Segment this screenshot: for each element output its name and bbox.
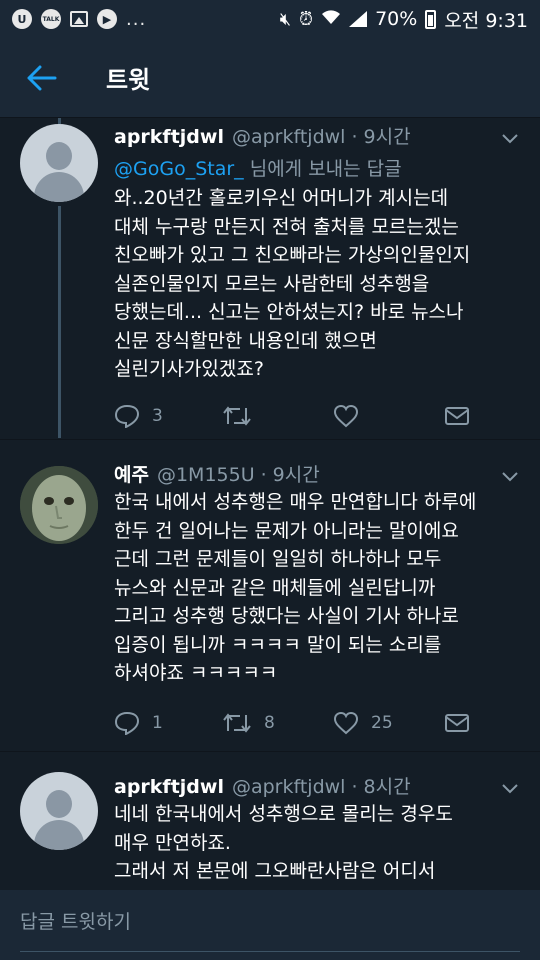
tweet-text-line: 한국 내에서 성추행은 매우 만연합니다 하루에 (114, 491, 477, 513)
reply-input[interactable]: 답글 트윗하기 (20, 890, 520, 952)
tweet-text-line: 하셔야죠 ㅋㅋㅋㅋㅋ (114, 662, 278, 684)
tweet-actions: 3 (114, 401, 514, 431)
avatar[interactable] (20, 772, 98, 850)
app-bar: 트윗 (0, 38, 540, 118)
tweet-text-line: 한두 건 일어나는 문제가 아니라는 말이에요 (114, 519, 459, 542)
reply-button[interactable]: 3 (114, 404, 163, 428)
chevron-down-icon (502, 472, 518, 482)
reply-count: 3 (152, 406, 163, 426)
user-handle[interactable]: @1M155U (157, 464, 255, 486)
like-button[interactable]: 25 (333, 711, 393, 735)
heart-icon (333, 711, 359, 735)
tweet-text: 네네 한국내에서 성추행으로 몰리는 경우도 매우 만연하죠. 그래서 저 본문… (114, 800, 524, 886)
user-name[interactable]: 예주 (114, 460, 149, 487)
tweet-text-line: 대체 누구랑 만든지 전혀 출처를 모르는겠는 (114, 215, 459, 238)
tweet-header: aprkftjdwl @aprkftjdwl · 9시간 (114, 122, 411, 149)
separator-dot: · (351, 126, 358, 148)
avatar-face-image (20, 466, 98, 544)
chevron-down-icon (502, 134, 518, 144)
retweet-count: 8 (264, 713, 275, 733)
tweet[interactable]: aprkftjdwl @aprkftjdwl · 8시간 네네 한국내에서 성추… (0, 752, 540, 890)
tweet-menu-button[interactable] (500, 466, 520, 486)
tweet-menu-button[interactable] (500, 128, 520, 148)
tweet-text-line: 실린기사가있겠죠? (114, 358, 264, 380)
alarm-icon: ⏰︎ (299, 8, 314, 30)
direct-message-button[interactable] (444, 712, 470, 734)
battery-percent: 70% (375, 8, 418, 30)
status-bar: U TALK ▶ ... 🔇︎ ⏰︎ 70% 오전 9:31 (0, 0, 540, 38)
wifi-icon (321, 8, 341, 31)
reply-icon (114, 711, 140, 735)
more-notifications-icon: ... (126, 8, 147, 30)
tweet-text-line: 신문 장식할만한 내용인데 했으면 (114, 329, 377, 352)
tweet-text-line: 친오빠가 있고 그 친오빠라는 가상의인물인지 (114, 244, 471, 266)
tweet-text-line: 네네 한국내에서 성추행으로 몰리는 경우도 (114, 803, 453, 825)
tweet-text: 와..20년간 홀로키우신 어머니가 계시는데 대체 누구랑 만든지 전혀 출처… (114, 184, 524, 384)
tweet-menu-button[interactable] (500, 778, 520, 798)
tweet[interactable]: 예주 @1M155U · 9시간 한국 내에서 성추행은 매우 만연합니다 하루… (0, 440, 540, 750)
status-notifications: U TALK ▶ ... (12, 9, 146, 30)
tweet-header: 예주 @1M155U · 9시간 (114, 460, 320, 487)
tweet-header: aprkftjdwl @aprkftjdwl · 8시간 (114, 772, 411, 799)
user-handle[interactable]: @aprkftjdwl (232, 776, 345, 798)
back-arrow-icon (27, 65, 57, 90)
mute-icon: 🔇︎ (279, 8, 292, 30)
clock: 오전 9:31 (444, 9, 528, 32)
chevron-down-icon (502, 784, 518, 794)
tweet-text-line: 근데 그런 문제들이 일일히 하나하나 모두 (114, 548, 442, 570)
play-icon: ▶ (97, 9, 117, 29)
retweet-button[interactable]: 8 (222, 711, 275, 735)
mail-icon (445, 407, 469, 425)
separator-dot: · (351, 776, 358, 798)
u-plus-icon: U (12, 9, 32, 29)
mention-link[interactable]: @GoGo_Star_ (114, 158, 244, 180)
tweet[interactable]: aprkftjdwl @aprkftjdwl · 9시간 @GoGo_Star_… (0, 118, 540, 438)
reply-button[interactable]: 1 (114, 711, 163, 735)
tweet-text-line: 당했는데... 신고는 안하셨는지? 바로 뉴스나 (114, 301, 464, 323)
tweet-text-line: 뉴스와 신문과 같은 매체들에 실린답니까 (114, 576, 436, 599)
tweet-text-line: 매우 만연하죠. (114, 831, 231, 854)
tweet-text-line: 그리고 성추행 당했다는 사실이 기사 하나로 (114, 605, 459, 627)
tweet-text-line: 와..20년간 홀로키우신 어머니가 계시는데 (114, 187, 449, 209)
tweet-text-line: 실존인물인지 모르는 사람한테 성추행을 (114, 272, 430, 295)
signal-icon (349, 11, 368, 27)
tweet-text-line: 그래서 저 본문에 그오빠란사람은 어디서 (114, 860, 436, 882)
tweet-time[interactable]: 8시간 (364, 772, 411, 799)
thread-line (58, 206, 61, 438)
gallery-icon (70, 11, 88, 27)
tweet-time[interactable]: 9시간 (273, 460, 320, 487)
retweet-icon (223, 713, 251, 733)
replying-to-label: 님에게 보내는 답글 (243, 158, 402, 180)
back-button[interactable] (20, 56, 64, 100)
like-count: 25 (371, 713, 393, 733)
user-name[interactable]: aprkftjdwl (114, 776, 224, 798)
like-button[interactable] (333, 404, 371, 428)
battery-icon (425, 9, 437, 29)
tweet-actions: 1 8 25 (114, 708, 514, 738)
tweet-timeline[interactable]: aprkftjdwl @aprkftjdwl · 9시간 @GoGo_Star_… (0, 118, 540, 890)
user-handle[interactable]: @aprkftjdwl (232, 126, 345, 148)
reply-bar: 답글 트윗하기 (0, 890, 540, 960)
user-name[interactable]: aprkftjdwl (114, 126, 224, 148)
tweet-text-line: 입증이 됩니까 ㅋㅋㅋㅋ 말이 되는 소리를 (114, 633, 442, 656)
retweet-icon (223, 406, 251, 426)
reply-count: 1 (152, 713, 163, 733)
tweet-text: 한국 내에서 성추행은 매우 만연합니다 하루에 한두 건 일어나는 문제가 아… (114, 488, 524, 688)
avatar[interactable] (20, 466, 98, 544)
kakaotalk-icon: TALK (41, 9, 61, 29)
page-title: 트윗 (106, 66, 151, 94)
replying-to: @GoGo_Star_ 님에게 보내는 답글 (114, 154, 402, 181)
retweet-button[interactable] (222, 404, 264, 428)
status-system: 🔇︎ ⏰︎ 70% 오전 9:31 (280, 6, 528, 33)
mail-icon (445, 714, 469, 732)
heart-icon (333, 404, 359, 428)
tweet-time[interactable]: 9시간 (364, 122, 411, 149)
avatar[interactable] (20, 124, 98, 202)
direct-message-button[interactable] (444, 405, 470, 427)
separator-dot: · (260, 464, 267, 486)
reply-icon (114, 404, 140, 428)
